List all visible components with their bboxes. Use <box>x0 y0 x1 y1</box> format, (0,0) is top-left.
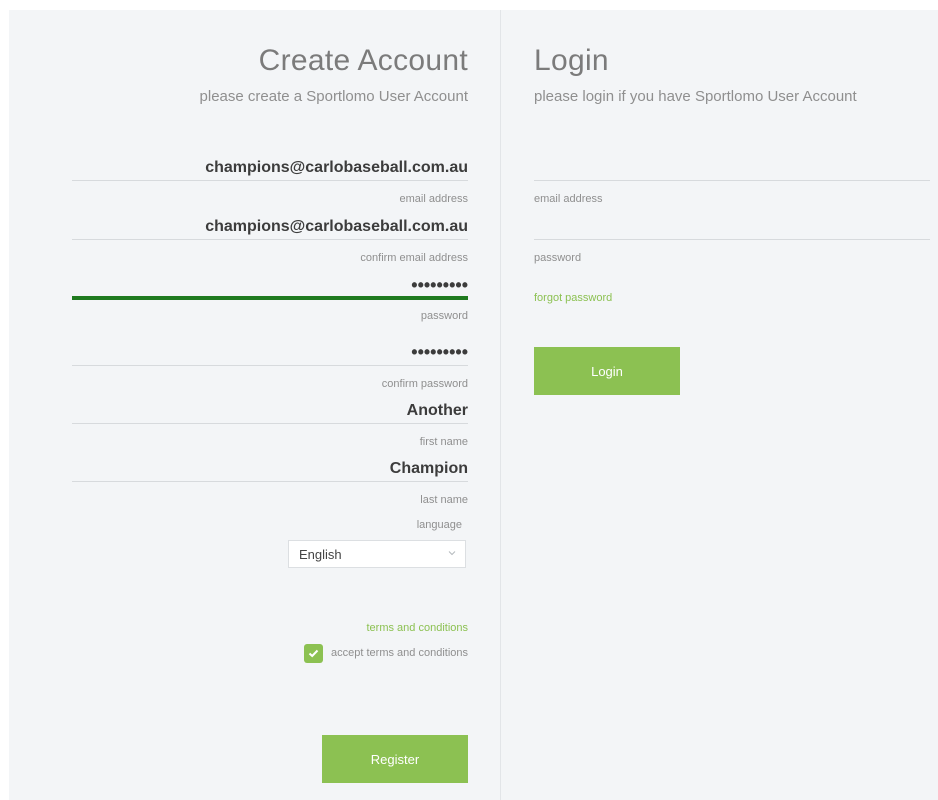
register-password-label: password <box>420 310 468 322</box>
check-icon <box>308 649 319 657</box>
terms-and-conditions-link[interactable]: terms and conditions <box>367 622 469 634</box>
login-subtitle: please login if you have Sportlomo User … <box>534 88 857 105</box>
register-last-name-label: last name <box>420 494 468 506</box>
register-last-name-input[interactable]: Champion <box>390 460 468 478</box>
accept-terms-row: accept terms and conditions <box>304 643 468 663</box>
register-first-name-input[interactable]: Another <box>407 402 468 420</box>
chevron-down-icon <box>448 551 456 556</box>
login-email-input[interactable] <box>534 150 930 180</box>
login-password-input[interactable] <box>534 210 930 239</box>
register-password-input[interactable]: ••••••••• <box>411 275 468 296</box>
language-select-value: English <box>299 547 342 562</box>
language-select[interactable]: English <box>288 540 466 568</box>
register-confirm-password-input[interactable]: ••••••••• <box>411 342 468 363</box>
password-strength-bar <box>72 296 468 300</box>
register-confirm-email-label: confirm email address <box>360 252 468 264</box>
accept-terms-checkbox[interactable] <box>304 643 324 663</box>
register-email-label: email address <box>399 193 468 205</box>
forgot-password-link[interactable]: forgot password <box>534 292 612 304</box>
login-email-label: email address <box>534 193 603 205</box>
register-first-name-label: first name <box>419 436 468 448</box>
register-title: Create Account <box>258 44 468 77</box>
register-first-name-underline <box>72 423 468 424</box>
column-divider <box>500 10 501 800</box>
register-confirm-email-input[interactable]: champions@carlobaseball.com.au <box>205 218 468 236</box>
login-email-underline <box>534 180 930 181</box>
login-password-underline <box>534 239 930 240</box>
register-email-underline <box>72 180 468 181</box>
login-password-label: password <box>534 252 582 264</box>
page-background: Create Account please create a Sportlomo… <box>9 10 938 800</box>
register-confirm-email-underline <box>72 239 468 240</box>
register-confirm-password-label: confirm password <box>381 378 468 390</box>
register-subtitle: please create a Sportlomo User Account <box>199 88 468 105</box>
register-button[interactable]: Register <box>322 735 468 783</box>
accept-terms-label: accept terms and conditions <box>331 647 468 659</box>
login-title: Login <box>534 44 609 77</box>
register-last-name-underline <box>72 481 468 482</box>
register-confirm-password-underline <box>72 365 468 366</box>
language-label: language <box>416 519 462 531</box>
login-button[interactable]: Login <box>534 347 680 395</box>
register-email-input[interactable]: champions@carlobaseball.com.au <box>205 159 468 177</box>
